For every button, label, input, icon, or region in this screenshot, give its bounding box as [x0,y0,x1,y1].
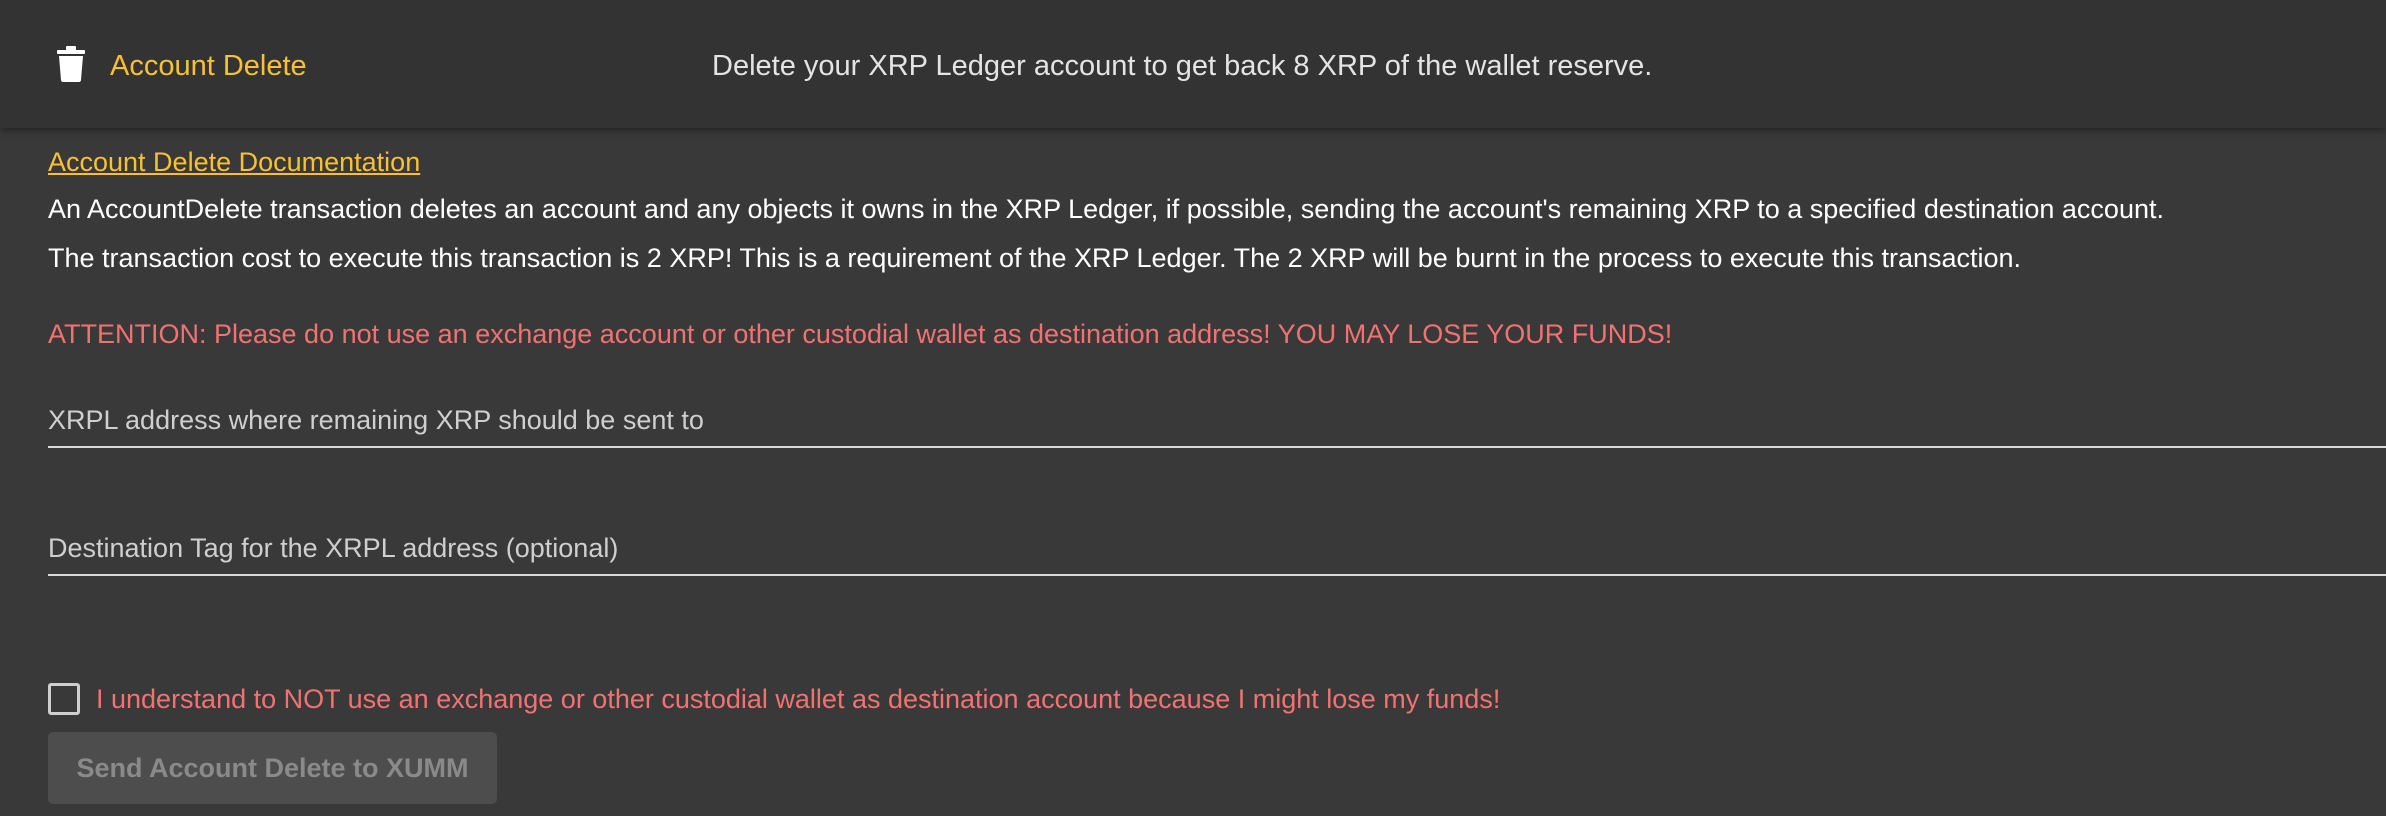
header-title: Account Delete [110,50,307,82]
confirm-checkbox[interactable] [48,683,80,715]
confirm-checkbox-label[interactable]: I understand to NOT use an exchange or o… [96,680,1500,718]
trash-icon [57,46,85,82]
destination-address-input[interactable] [48,396,2386,444]
cost-paragraph: The transaction cost to execute this tra… [48,243,2022,273]
attention-warning: ATTENTION: Please do not use an exchange… [48,319,1673,349]
destination-tag-input[interactable] [48,524,2386,572]
page-header: Account Delete Delete your XRP Ledger ac… [0,0,2386,128]
documentation-link[interactable]: Account Delete Documentation [48,144,420,180]
intro-paragraph: An AccountDelete transaction deletes an … [48,194,2164,224]
header-description: Delete your XRP Ledger account to get ba… [712,50,1653,82]
destination-address-field [48,396,2386,448]
destination-tag-field [48,524,2386,576]
send-account-delete-button[interactable]: Send Account Delete to XUMM [48,732,497,804]
